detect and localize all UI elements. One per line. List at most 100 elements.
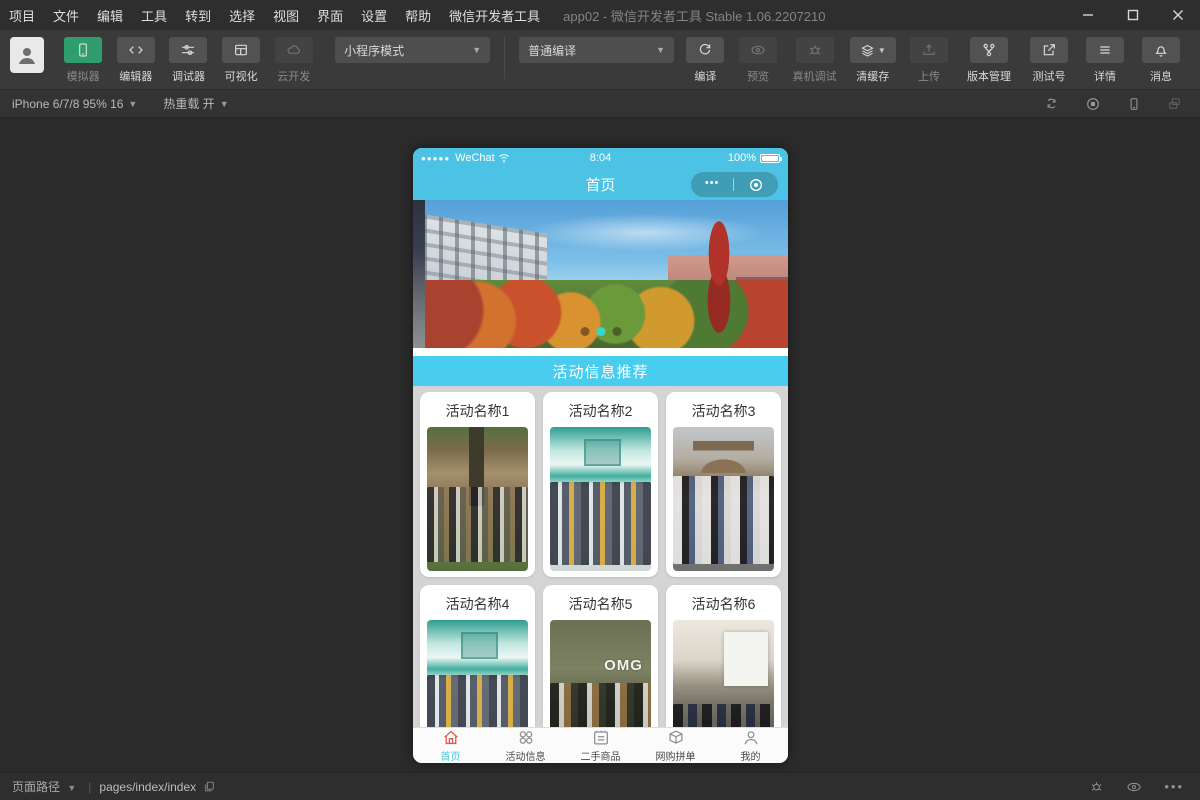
simulator-toggle[interactable]: 模拟器 <box>58 37 109 84</box>
compile-button[interactable]: 编译 <box>680 37 731 84</box>
close-button[interactable] <box>1155 0 1200 30</box>
menu-devtools[interactable]: 微信开发者工具 <box>440 6 549 25</box>
window-title: app02 - 微信开发者工具 Stable 1.06.2207210 <box>563 6 825 25</box>
carousel-dots <box>580 327 621 336</box>
page-content: 活动名称1 活动名称2 活动名称3 活动名称4 活动名称5 <box>413 386 788 763</box>
chevron-down-icon: ▼ <box>128 99 137 109</box>
tab-group-buying[interactable]: 网购拼单 <box>638 728 713 763</box>
minimize-button[interactable] <box>1065 0 1110 30</box>
bug-icon <box>796 37 834 63</box>
rotate-refresh-button[interactable] <box>1044 96 1059 111</box>
carousel-dot[interactable] <box>580 327 589 336</box>
photo-sign-text: OMG <box>604 657 643 674</box>
debugger-toggle[interactable]: 调试器 <box>163 37 214 84</box>
window-controls <box>1065 0 1200 30</box>
menu-goto[interactable]: 转到 <box>176 6 220 25</box>
menu-edit[interactable]: 编辑 <box>88 6 132 25</box>
upload-button[interactable]: 上传 <box>902 37 956 84</box>
copy-path-button[interactable] <box>203 780 216 793</box>
phone-status-bar: ●●●●● WeChat 8:04 100% <box>413 148 788 168</box>
clear-cache-button[interactable]: ▼ 清缓存 <box>846 37 900 84</box>
compile-mode-select[interactable]: 普通编译 ▼ <box>519 37 674 63</box>
device-selector[interactable]: iPhone 6/7/8 95% 16 ▼ <box>12 97 137 111</box>
bottom-status-bar: 页面路径 ▼ | pages/index/index ••• <box>0 772 1200 800</box>
external-link-icon <box>1030 37 1068 63</box>
toolbar-right-group: 上传 版本管理 测试号 详情 消息 <box>902 37 1190 84</box>
details-button[interactable]: 详情 <box>1078 37 1132 84</box>
menu-file[interactable]: 文件 <box>44 6 88 25</box>
title-bar: 项目 文件 编辑 工具 转到 选择 视图 界面 设置 帮助 微信开发者工具 ap… <box>0 0 1200 30</box>
more-options-button[interactable]: ••• <box>1164 779 1184 794</box>
menu-interface[interactable]: 界面 <box>308 6 352 25</box>
activity-title: 活动名称4 <box>427 591 528 620</box>
debug-bug-button[interactable] <box>1089 779 1104 794</box>
statusbar-divider: | <box>88 780 91 794</box>
activity-title: 活动名称3 <box>673 398 774 427</box>
device-debug-label: 真机调试 <box>793 68 837 84</box>
tab-secondhand-goods[interactable]: 二手商品 <box>563 728 638 763</box>
visualization-toggle[interactable]: 可视化 <box>216 37 267 84</box>
toolbar: 模拟器 编辑器 调试器 可视化 云开发 小程序模式 ▼ 普通编译 ▼ <box>0 30 1200 90</box>
simulator-label: 模拟器 <box>67 68 100 84</box>
page-path-label: 页面路径 <box>12 780 60 794</box>
menu-help[interactable]: 帮助 <box>396 6 440 25</box>
version-management-button[interactable]: 版本管理 <box>958 37 1020 84</box>
record-button[interactable] <box>1085 96 1101 112</box>
home-icon <box>441 728 461 747</box>
device-frame-button[interactable] <box>1127 97 1141 111</box>
menu-settings[interactable]: 设置 <box>352 6 396 25</box>
activity-card[interactable]: 活动名称2 <box>543 392 658 577</box>
test-account-button[interactable]: 测试号 <box>1022 37 1076 84</box>
phone-simulator: ●●●●● WeChat 8:04 100% 首页 ••• <box>413 148 788 763</box>
activity-card[interactable]: 活动名称1 <box>420 392 535 577</box>
banner-carousel[interactable] <box>413 200 788 348</box>
four-circles-icon <box>516 728 536 747</box>
tab-profile[interactable]: 我的 <box>713 728 788 763</box>
device-debug-button[interactable]: 真机调试 <box>785 37 843 84</box>
mode-select[interactable]: 小程序模式 ▼ <box>335 37 490 63</box>
clear-cache-label: 清缓存 <box>856 68 889 84</box>
menu-view[interactable]: 视图 <box>264 6 308 25</box>
preview-button[interactable]: 预览 <box>733 37 784 84</box>
tab-label: 我的 <box>741 748 761 763</box>
compile-mode-value: 普通编译 <box>528 42 576 59</box>
hot-reload-toggle[interactable]: 热重载 开 ▼ <box>163 95 228 112</box>
tab-label: 网购拼单 <box>656 748 696 763</box>
activity-title: 活动名称6 <box>673 591 774 620</box>
battery-percent: 100% <box>728 152 756 164</box>
eye-icon <box>739 37 777 63</box>
cloud-dev-toggle[interactable]: 云开发 <box>268 37 319 84</box>
section-banner-label: 活动信息推荐 <box>552 361 648 382</box>
tab-activity-info[interactable]: 活动信息 <box>488 728 563 763</box>
multi-window-button[interactable] <box>1167 96 1182 111</box>
activity-card[interactable]: 活动名称3 <box>666 392 781 577</box>
test-account-label: 测试号 <box>1033 68 1066 84</box>
visibility-eye-button[interactable] <box>1126 779 1142 795</box>
chevron-down-icon: ▼ <box>656 45 665 55</box>
mode-select-value: 小程序模式 <box>344 42 404 59</box>
more-icon[interactable]: ••• <box>705 183 720 186</box>
capsule-menu: ••• <box>691 172 778 197</box>
avatar[interactable] <box>10 37 44 73</box>
wifi-icon <box>498 153 510 163</box>
page-path-selector[interactable]: 页面路径 ▼ <box>12 778 80 795</box>
maximize-button[interactable] <box>1110 0 1155 30</box>
upload-icon <box>910 37 948 63</box>
tab-home[interactable]: 首页 <box>413 728 488 763</box>
messages-button[interactable]: 消息 <box>1134 37 1188 84</box>
menu-project[interactable]: 项目 <box>0 6 44 25</box>
exit-target-icon[interactable] <box>748 177 764 193</box>
activity-title: 活动名称5 <box>550 591 651 620</box>
activity-photo <box>550 427 651 571</box>
version-management-label: 版本管理 <box>967 68 1011 84</box>
carousel-dot[interactable] <box>612 327 621 336</box>
menu-tools[interactable]: 工具 <box>132 6 176 25</box>
board-icon <box>591 728 611 747</box>
spacer <box>413 348 788 356</box>
layout-icon <box>222 37 260 63</box>
carousel-dot-active[interactable] <box>596 327 605 336</box>
editor-toggle[interactable]: 编辑器 <box>110 37 161 84</box>
carrier-label: WeChat <box>455 152 495 164</box>
menu-select[interactable]: 选择 <box>220 6 264 25</box>
preview-label: 预览 <box>747 68 769 84</box>
